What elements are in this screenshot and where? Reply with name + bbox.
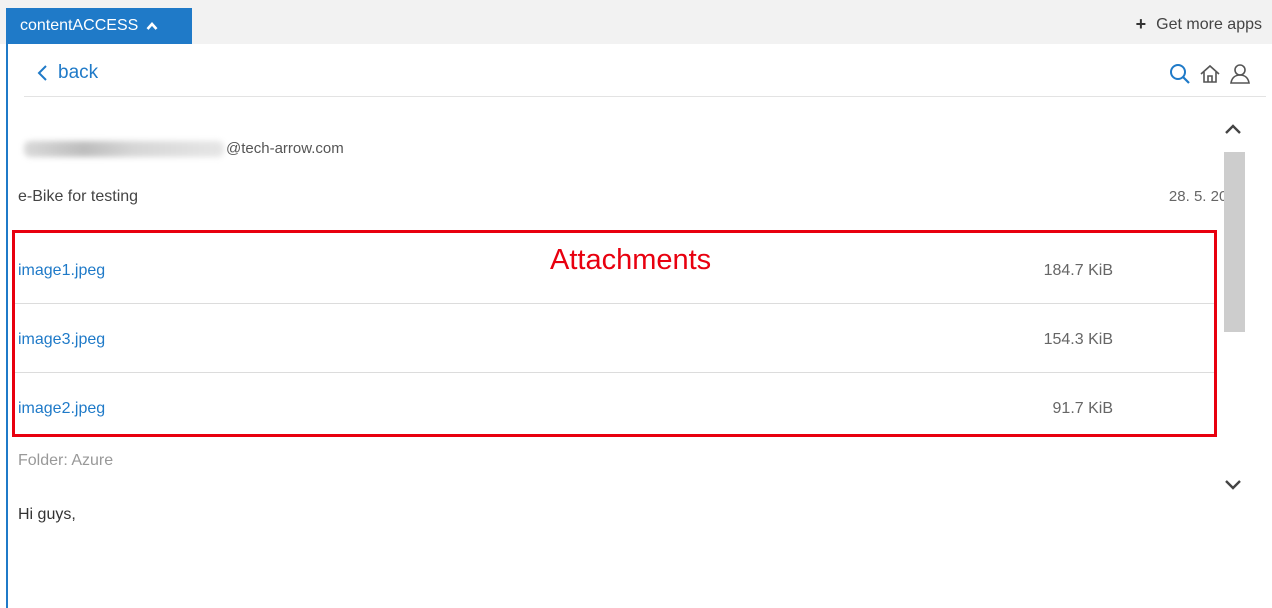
attachment-size: 184.7 KiB bbox=[1043, 262, 1113, 279]
email-body: Hi guys, bbox=[18, 506, 76, 523]
chevron-up-icon bbox=[146, 21, 158, 31]
plus-icon: + bbox=[1135, 14, 1147, 34]
nav-icons bbox=[1168, 62, 1252, 86]
attachment-size: 91.7 KiB bbox=[1052, 400, 1113, 417]
sender-name-blurred bbox=[24, 140, 224, 157]
get-more-apps-button[interactable]: + Get more apps bbox=[1136, 14, 1262, 35]
attachment-size: 154.3 KiB bbox=[1043, 331, 1113, 348]
user-icon[interactable] bbox=[1228, 62, 1252, 86]
nav-bar: back bbox=[24, 54, 1266, 97]
annotation-label: Attachments bbox=[550, 244, 712, 276]
back-button[interactable]: back bbox=[36, 62, 98, 84]
home-icon[interactable] bbox=[1198, 62, 1222, 86]
get-more-apps-label: Get more apps bbox=[1156, 15, 1262, 33]
folder-label: Folder: Azure bbox=[18, 452, 114, 469]
sender-address: @tech-arrow.com bbox=[24, 140, 344, 157]
search-icon[interactable] bbox=[1168, 62, 1192, 86]
attachment-row: image2.jpeg 91.7 KiB bbox=[12, 373, 1217, 441]
back-label: back bbox=[58, 62, 99, 83]
scroll-up-icon[interactable] bbox=[1224, 120, 1242, 138]
app-switcher-tab[interactable]: contentACCESS bbox=[6, 8, 192, 44]
attachment-link[interactable]: image3.jpeg bbox=[18, 331, 105, 349]
top-bar: contentACCESS + Get more apps bbox=[0, 0, 1272, 44]
email-subject: e-Bike for testing bbox=[18, 188, 139, 205]
sender-domain: @tech-arrow.com bbox=[226, 140, 344, 157]
app-name: contentACCESS bbox=[20, 17, 139, 34]
attachment-link[interactable]: image1.jpeg bbox=[18, 262, 105, 280]
scroll-down-icon[interactable] bbox=[1224, 476, 1242, 494]
attachment-row: image3.jpeg 154.3 KiB bbox=[12, 304, 1217, 373]
attachment-link[interactable]: image2.jpeg bbox=[18, 400, 105, 418]
chevron-left-icon bbox=[36, 64, 48, 82]
scrollbar[interactable] bbox=[1220, 106, 1245, 520]
scrollbar-thumb[interactable] bbox=[1224, 152, 1245, 332]
